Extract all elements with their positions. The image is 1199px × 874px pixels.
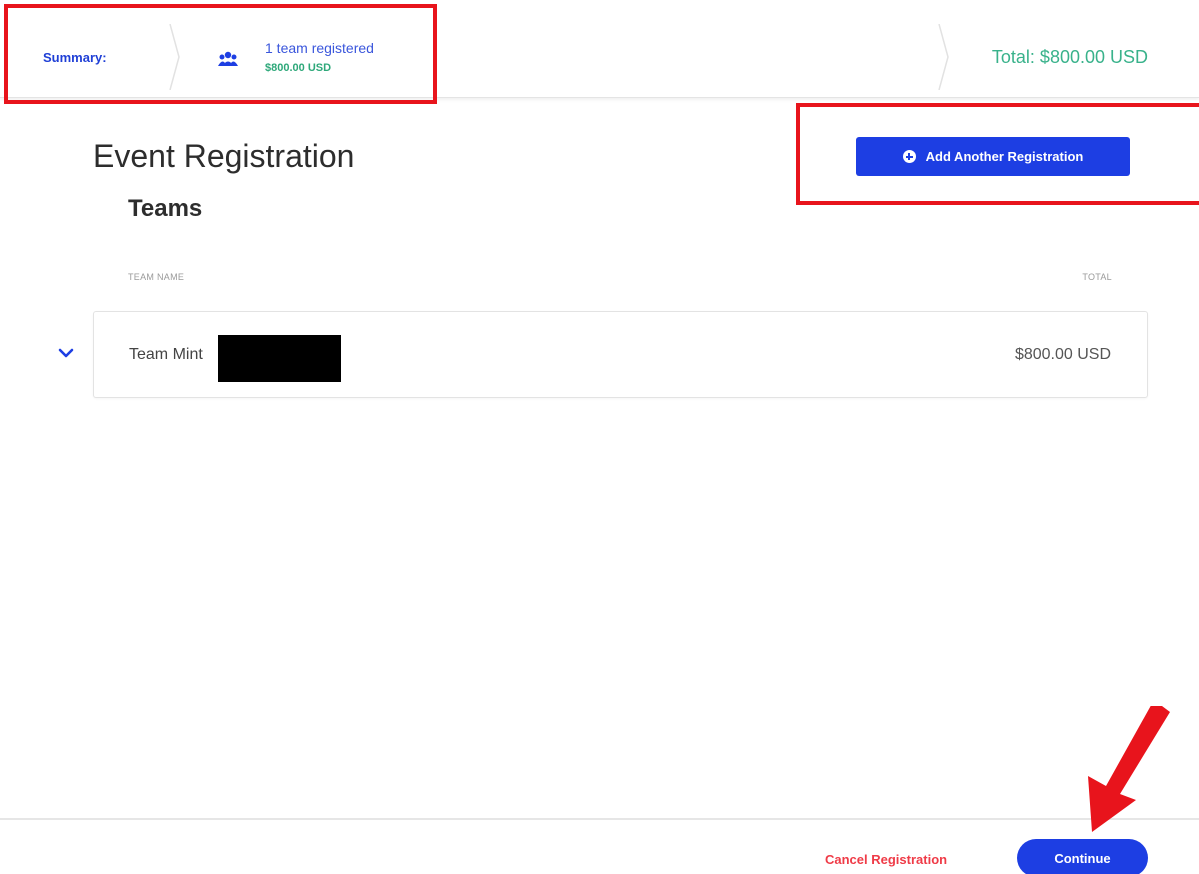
footer-bar: Cancel Registration Continue (0, 818, 1199, 874)
team-total: $800.00 USD (1014, 346, 1111, 363)
add-button-label: Add Another Registration (925, 149, 1084, 164)
team-name: Team Mint (129, 346, 203, 363)
page-title: Event Registration (93, 138, 355, 174)
continue-button[interactable]: Continue (1017, 839, 1148, 874)
section-title: Teams (128, 195, 203, 222)
summary-label: Summary: (43, 50, 107, 65)
team-count-text: 1 team registered (265, 40, 374, 56)
add-another-registration-button[interactable]: Add Another Registration (856, 137, 1130, 176)
order-total: Total: $800.00 USD (991, 47, 1148, 67)
team-amount: $800.00 USD (265, 62, 332, 74)
chevron-divider-icon (937, 24, 951, 90)
chevron-divider-icon (168, 24, 182, 90)
redaction-block (218, 335, 341, 382)
table-row[interactable]: Team Mint $800.00 USD (93, 311, 1148, 398)
users-icon (218, 50, 238, 68)
column-header-total: TOTAL (1082, 272, 1112, 282)
cancel-registration-link[interactable]: Cancel Registration (825, 852, 947, 867)
annotation-arrow-icon (1080, 700, 1180, 834)
column-header-team-name: TEAM NAME (128, 272, 185, 282)
chevron-down-icon[interactable] (55, 346, 77, 362)
summary-bar: Summary: 1 team registered $800.00 USD T… (0, 0, 1199, 98)
plus-circle-icon (902, 150, 916, 163)
